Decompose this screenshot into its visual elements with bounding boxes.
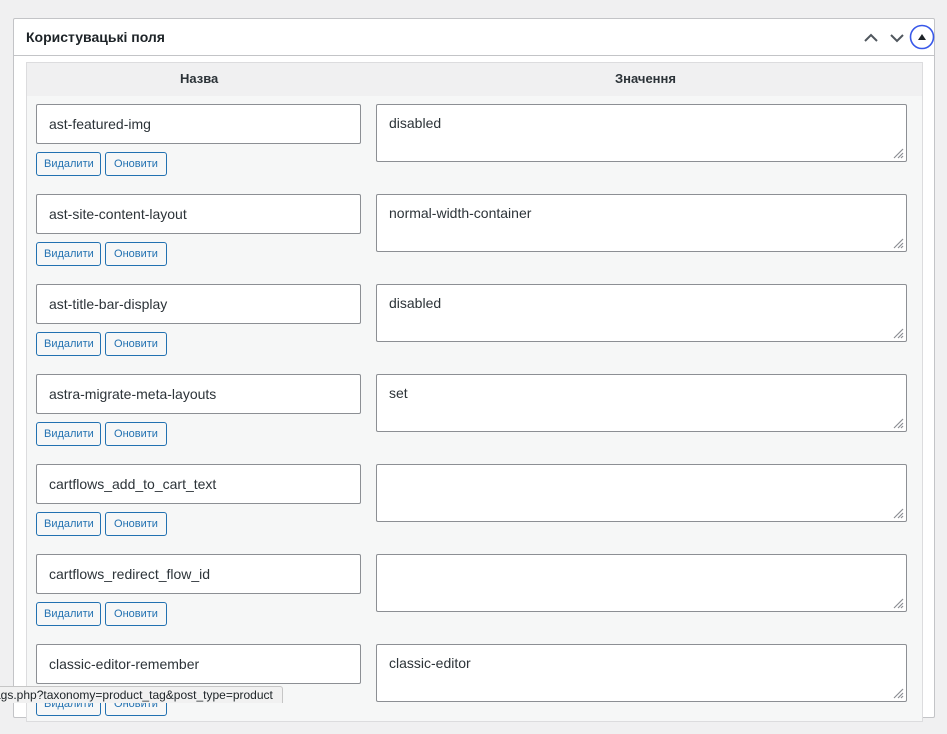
field-value-textarea[interactable]: disabled xyxy=(376,104,907,162)
table-row: ВидалитиОновити disabled xyxy=(27,284,922,374)
delete-field-button[interactable]: Видалити xyxy=(36,152,101,176)
field-value-textarea[interactable] xyxy=(376,464,907,522)
update-field-button[interactable]: Оновити xyxy=(105,242,167,266)
update-field-button[interactable]: Оновити xyxy=(105,602,167,626)
table-row: ВидалитиОновити disabled xyxy=(27,104,922,194)
column-header-value: Значення xyxy=(615,71,676,86)
delete-field-button[interactable]: Видалити xyxy=(36,422,101,446)
resize-grip-icon[interactable] xyxy=(891,506,904,519)
move-up-button[interactable] xyxy=(859,26,883,50)
delete-field-button[interactable]: Видалити xyxy=(36,332,101,356)
field-value-text: disabled xyxy=(389,115,442,131)
metabox-header: Користувацькі поля xyxy=(14,19,935,56)
field-value-text: normal-width-container xyxy=(389,205,532,221)
update-field-button[interactable]: Оновити xyxy=(105,512,167,536)
table-row: ВидалитиОновити set xyxy=(27,374,922,464)
delete-field-button[interactable]: Видалити xyxy=(36,512,101,536)
update-field-button[interactable]: Оновити xyxy=(105,422,167,446)
triangle-up-circle-icon xyxy=(909,24,935,50)
column-header-name: Назва xyxy=(180,71,219,86)
table-row: ВидалитиОновити xyxy=(27,464,922,554)
field-key-input[interactable] xyxy=(36,374,361,414)
field-key-input[interactable] xyxy=(36,284,361,324)
move-down-button[interactable] xyxy=(885,26,909,50)
custom-fields-metabox: Користувацькі поля Назва Значення Видали… xyxy=(13,18,935,722)
field-key-input[interactable] xyxy=(36,194,361,234)
resize-grip-icon[interactable] xyxy=(891,416,904,429)
resize-grip-icon[interactable] xyxy=(891,326,904,339)
field-key-input[interactable] xyxy=(36,554,361,594)
resize-grip-icon[interactable] xyxy=(891,596,904,609)
field-value-textarea[interactable]: classic-editor xyxy=(376,644,907,702)
update-field-button[interactable]: Оновити xyxy=(105,152,167,176)
field-value-text: set xyxy=(389,385,408,401)
field-value-text: disabled xyxy=(389,295,442,311)
table-header: Назва Значення xyxy=(27,63,922,96)
toggle-panel-button[interactable] xyxy=(909,24,935,50)
chevron-down-icon xyxy=(890,34,904,43)
field-value-text: classic-editor xyxy=(389,655,471,671)
field-key-input[interactable] xyxy=(36,644,361,684)
field-value-textarea[interactable]: disabled xyxy=(376,284,907,342)
update-field-button[interactable]: Оновити xyxy=(105,332,167,356)
resize-grip-icon[interactable] xyxy=(891,236,904,249)
field-value-textarea[interactable] xyxy=(376,554,907,612)
delete-field-button[interactable]: Видалити xyxy=(36,602,101,626)
field-value-textarea[interactable]: set xyxy=(376,374,907,432)
field-value-textarea[interactable]: normal-width-container xyxy=(376,194,907,252)
chevron-up-icon xyxy=(864,33,878,42)
browser-status-url: ags.php?taxonomy=product_tag&post_type=p… xyxy=(0,686,283,703)
metabox-title: Користувацькі поля xyxy=(26,29,165,45)
field-key-input[interactable] xyxy=(36,104,361,144)
delete-field-button[interactable]: Видалити xyxy=(36,242,101,266)
field-key-input[interactable] xyxy=(36,464,361,504)
table-row: ВидалитиОновити normal-width-container xyxy=(27,194,922,284)
resize-grip-icon[interactable] xyxy=(891,146,904,159)
custom-fields-table: Назва Значення ВидалитиОновитиdisabledВи… xyxy=(26,62,923,722)
resize-grip-icon[interactable] xyxy=(891,686,904,699)
table-row: ВидалитиОновити xyxy=(27,554,922,644)
